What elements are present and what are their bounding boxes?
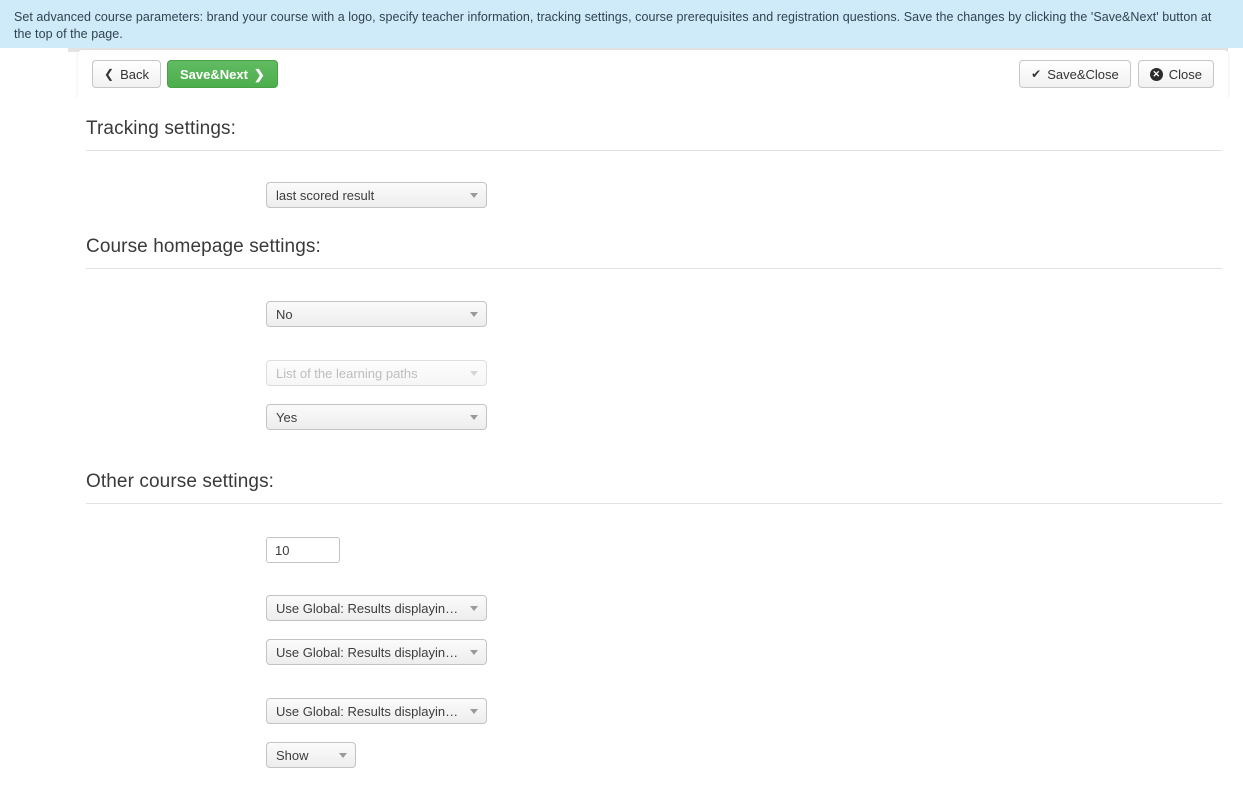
chevron-down-icon xyxy=(470,370,478,376)
learning-paths-select-value: List of the learning paths xyxy=(276,365,418,381)
quiz-status-select[interactable]: Use Global: Results displayin… xyxy=(266,698,487,724)
chevron-down-icon xyxy=(470,708,478,714)
field-row-grading-method: Grading method last scored result xyxy=(0,182,487,213)
section-rule-homepage xyxy=(86,268,1222,269)
field-row-show-description: Show course description for learners Yes xyxy=(0,404,487,435)
auto-redirect-select[interactable]: No xyxy=(266,301,487,327)
field-row-resources-prereq: Resources with prerequisites Show xyxy=(0,742,356,773)
save-next-button-label: Save&Next xyxy=(179,66,248,82)
chevron-down-icon xyxy=(470,649,478,655)
close-button[interactable]: ✕ Close xyxy=(1137,60,1214,88)
scorm-status-select[interactable]: Use Global: Results displayin… xyxy=(266,595,487,621)
save-close-button-label: Save&Close xyxy=(1047,66,1119,82)
toolbar-left-group: ❮ Back Save&Next ❯ xyxy=(92,60,278,88)
resources-prerequisites-select-value: Show xyxy=(276,747,309,763)
circle-x-icon: ✕ xyxy=(1149,67,1163,81)
chevron-down-icon xyxy=(470,192,478,198)
info-banner-text: Set advanced course parameters: brand yo… xyxy=(14,10,1212,41)
section-heading-other: Other course settings: xyxy=(86,471,275,492)
section-rule-tracking xyxy=(86,150,1222,151)
show-description-select[interactable]: Yes xyxy=(266,404,487,430)
chevron-down-icon xyxy=(339,752,347,758)
settings-content: Tracking settings: Grading method last s… xyxy=(0,98,1243,803)
learning-paths-select[interactable]: List of the learning paths xyxy=(266,360,487,386)
save-next-button[interactable]: Save&Next ❯ xyxy=(166,60,278,88)
learning-path-status-select-value: Use Global: Results displayin… xyxy=(276,644,459,660)
resources-prerequisites-select[interactable]: Show xyxy=(266,742,356,768)
quiz-status-select-value: Use Global: Results displayin… xyxy=(276,703,459,719)
back-button[interactable]: ❮ Back xyxy=(92,60,161,88)
toolbar-panel: ❮ Back Save&Next ❯ ✔ Save&Close ✕ Close xyxy=(78,50,1228,98)
chevron-left-icon: ❮ xyxy=(104,67,115,81)
scorm-status-select-value: Use Global: Results displayin… xyxy=(276,600,459,616)
auto-redirect-select-value: No xyxy=(276,306,293,322)
section-rule-other xyxy=(86,503,1222,504)
learning-path-status-select[interactable]: Use Global: Results displayin… xyxy=(266,639,487,665)
section-heading-homepage: Course homepage settings: xyxy=(86,236,321,257)
field-row-learning-paths: List of the learning paths xyxy=(0,360,487,391)
close-button-label: Close xyxy=(1168,66,1202,82)
check-icon: ✔ xyxy=(1031,67,1042,81)
show-description-select-value: Yes xyxy=(276,409,298,425)
field-row-auto-redirect: Auto redirect to a learning path (for st… xyxy=(0,301,487,332)
grading-method-select-value: last scored result xyxy=(276,187,375,203)
chevron-down-icon xyxy=(470,605,478,611)
chevron-right-icon: ❯ xyxy=(253,66,265,82)
info-banner: Set advanced course parameters: brand yo… xyxy=(0,0,1243,48)
field-row-quiz-status: Show Quiz status as Use Global: Results … xyxy=(0,698,487,729)
toolbar-right-group: ✔ Save&Close ✕ Close xyxy=(1019,60,1214,88)
chevron-down-icon xyxy=(470,414,478,420)
max-attendees-input[interactable] xyxy=(266,537,340,563)
back-button-label: Back xyxy=(120,66,149,82)
field-row-lp-status: Show Learning Path status as Use Global:… xyxy=(0,639,487,670)
save-close-button[interactable]: ✔ Save&Close xyxy=(1019,60,1131,88)
section-heading-tracking: Tracking settings: xyxy=(86,118,236,139)
field-row-scorm-status: Show SCORM status as Use Global: Results… xyxy=(0,595,487,626)
chevron-down-icon xyxy=(470,311,478,317)
grading-method-select[interactable]: last scored result xyxy=(266,182,487,208)
